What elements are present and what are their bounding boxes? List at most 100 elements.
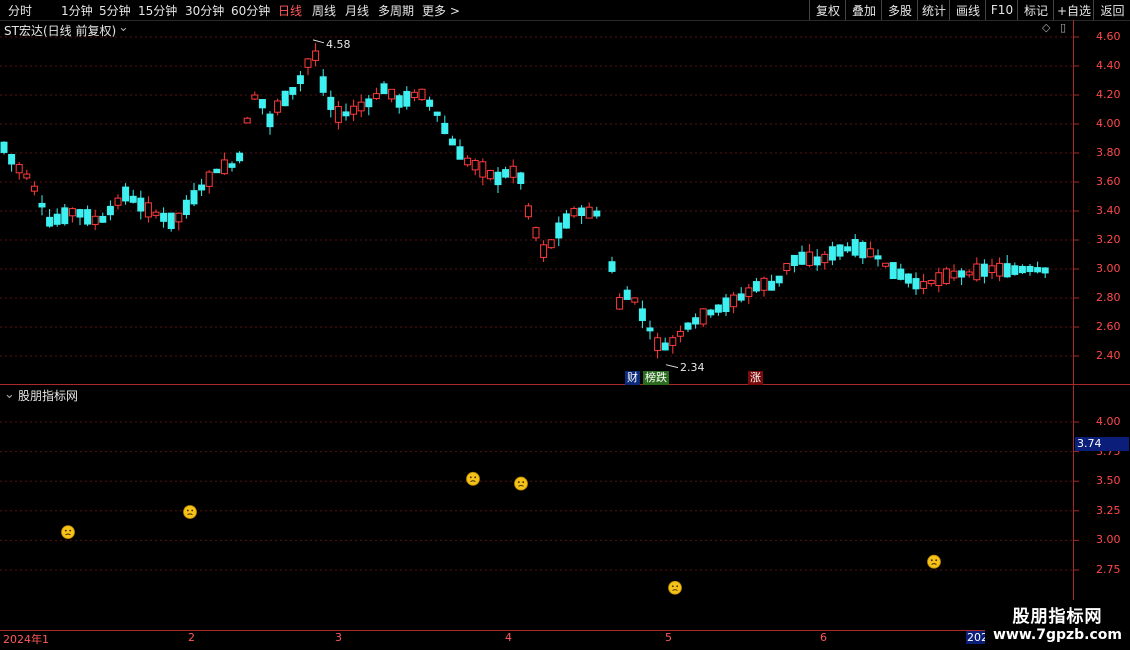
candle-body [99,215,107,223]
candle-body [950,270,958,279]
restore-right-button[interactable]: 复权 [809,0,846,20]
multi-stock-button[interactable]: 多股 [881,0,918,20]
candle-body [570,207,578,217]
candle-body [38,202,46,208]
candle-body [410,91,418,99]
x-label-mar: 3 [335,631,342,644]
tab-fenshi[interactable]: 分时 [8,2,32,19]
candle-body [205,171,213,187]
candle-body [426,99,434,107]
mark-button[interactable]: 标记 [1017,0,1054,20]
main-y-tick-label: 3.00 [1096,262,1121,275]
candle-body [882,262,890,267]
candle-body [266,113,274,128]
panel-menu-icon[interactable]: ▯ [1060,21,1066,34]
smiley-face-icon [183,505,197,519]
smiley-eye [935,559,938,562]
smiley-eye [676,585,679,588]
smiley-face-icon [927,554,941,569]
candle-body [228,163,236,168]
candle-body [198,184,206,191]
candle-body [661,342,669,351]
candle-body [61,207,69,225]
kline-chart-area[interactable] [0,20,1130,650]
smiley-face [466,471,480,486]
tab-monthly[interactable]: 月线 [345,2,369,19]
main-y-tick-label: 3.20 [1096,233,1121,246]
candle-body [152,211,160,216]
candle-body [608,261,616,272]
candle-body [304,58,312,68]
main-y-tick-label: 2.80 [1096,291,1121,304]
candle-body [144,202,152,218]
candle-body [1018,265,1026,274]
candle-body [524,205,532,218]
candle-body [707,309,715,316]
candle-body [737,293,745,301]
candle-body [783,262,791,272]
candle-body [494,171,502,186]
candle-body [821,253,829,264]
smiley-eye [186,509,189,512]
candle-body [866,248,874,258]
candle-body [844,246,852,252]
candle-body [965,271,973,276]
candle-body [357,101,365,112]
candle-body [851,238,859,256]
candle-body [768,280,776,291]
draw-line-button[interactable]: 画线 [949,0,986,20]
candle-body [129,195,137,203]
candle-body [874,255,882,260]
diamond-icon[interactable]: ◇ [1042,21,1050,34]
candle-body [669,337,677,346]
smiley-eye [517,481,520,483]
overlay-button[interactable]: 叠加 [845,0,882,20]
candle-body [471,160,479,171]
finance-tag[interactable]: 财 [625,371,640,385]
tab-1min[interactable]: 1分钟 [61,2,93,19]
tab-daily[interactable]: 日线 [278,2,302,19]
statistics-button[interactable]: 统计 [917,0,950,20]
tab-multi[interactable]: 多周期 [378,2,414,19]
candle-body [312,50,320,61]
candle-body [684,322,692,330]
candle-body [372,93,380,100]
ranking-drop-tag[interactable]: 榜跌 [643,371,669,385]
candle-body [889,262,897,280]
tab-more[interactable]: 更多 > [422,2,460,19]
candle-body [502,169,510,178]
smiley-eye [671,585,674,588]
chevron-down-icon[interactable]: ⌄ [118,20,129,35]
f10-button[interactable]: F10 [985,0,1018,20]
candle-body [654,337,662,351]
candle-body [380,83,388,95]
indicator-y-tick-label: 3.50 [1096,474,1121,488]
limit-up-tag[interactable]: 涨 [748,371,763,385]
candle-body [859,241,867,259]
tab-5min[interactable]: 5分钟 [99,2,131,19]
tab-15min[interactable]: 15分钟 [138,2,177,19]
candlestick-series [0,39,1049,369]
candle-body [160,212,168,222]
candle-body [942,268,950,284]
smiley-face-icon [668,580,682,595]
chevron-down-icon[interactable]: ⌄ [4,387,15,402]
add-watchlist-button[interactable]: +自选 [1053,0,1094,20]
tab-weekly[interactable]: 周线 [312,2,336,19]
candle-body [540,244,548,258]
tab-60min[interactable]: 60分钟 [231,2,270,19]
candle-body [912,278,920,290]
candle-body [456,146,464,160]
candle-body [395,95,403,108]
candle-body [806,251,814,266]
smiley-eye [64,529,67,532]
back-button[interactable]: 返回 [1093,0,1130,20]
tab-30min[interactable]: 30分钟 [185,2,224,19]
high-pointer [312,39,325,44]
period-toolbar: 分时 1分钟 5分钟 15分钟 30分钟 60分钟 日线 周线 月线 多周期 更… [0,0,1130,21]
candle-body [547,239,555,249]
candle-body [441,122,449,135]
panel-frame [0,20,1130,631]
stock-title: ST宏达(日线 前复权) [4,24,117,38]
indicator-y-tick-label: 3.00 [1096,533,1121,547]
